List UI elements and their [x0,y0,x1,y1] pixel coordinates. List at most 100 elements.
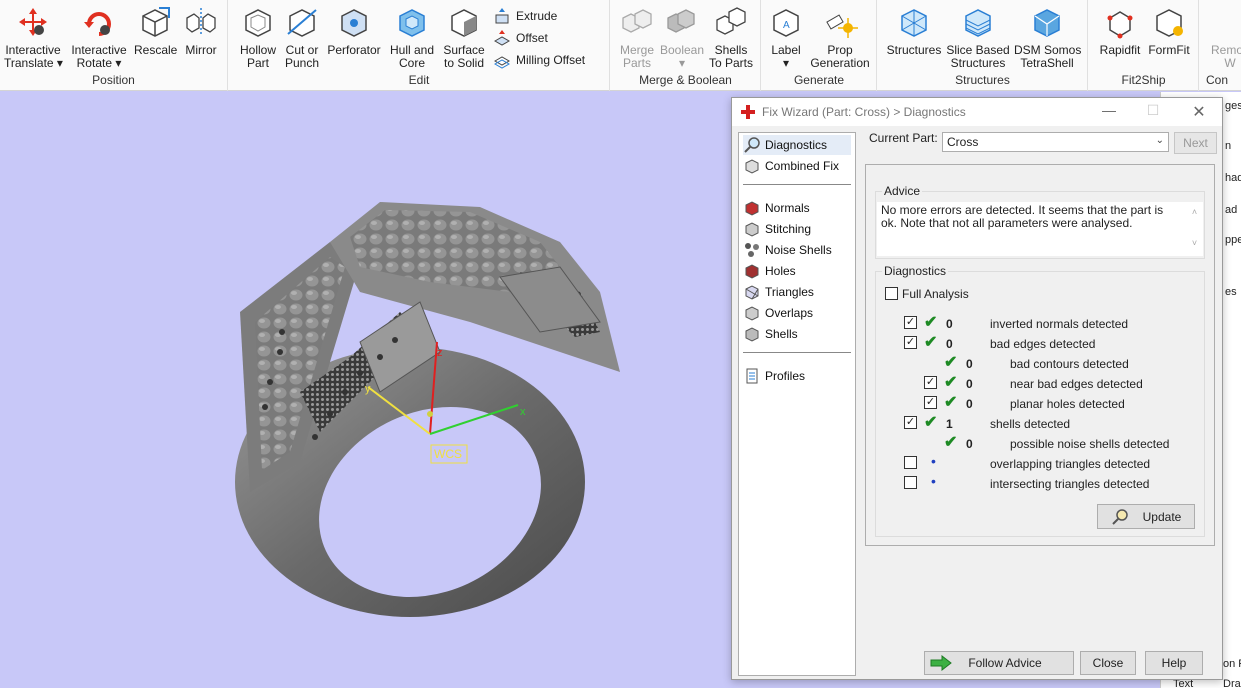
merge-parts-button[interactable]: Merge Parts [617,4,657,70]
cut-or-punch-button[interactable]: Cut or Punch [281,4,323,70]
rapidfit-label: Rapidfit [1099,43,1141,57]
scroll-up-icon[interactable]: ˄ [1186,206,1203,219]
nav-item-normals[interactable]: Normals [743,198,810,218]
group-structures: Structures Slice Based Structures DSM So… [878,0,1088,91]
diagnostic-count: 0 [946,337,953,351]
group-partial-label: Con [1206,73,1229,87]
extrude-button[interactable]: Extrude [493,6,557,26]
diagnostic-checkbox[interactable]: ✓ [924,376,937,389]
mirror-icon [186,8,216,36]
nav-label-diagnostics: Diagnostics [765,138,828,152]
diagnostic-label: bad edges detected [990,337,1096,351]
diagnostic-checkbox[interactable]: ✓ [904,416,917,429]
diagnostic-checkbox[interactable] [904,456,917,469]
combined-fix-icon [745,159,759,174]
full-analysis-checkbox[interactable] [885,287,898,300]
nav-item-combined-fix[interactable]: Combined Fix [743,156,839,176]
boolean-button[interactable]: Boolean ▾ [659,4,705,70]
nav-item-overlaps[interactable]: Overlaps [743,303,813,323]
diagnostics-group: Diagnostics Full Analysis ✓ ✔ 0 inverted no… [875,264,1205,537]
hull-and-core-button[interactable]: Hull and Core [387,4,437,70]
svg-text:A: A [783,20,790,31]
profiles-icon [746,368,758,384]
prop-generation-icon [826,14,858,38]
next-button[interactable]: Next [1174,132,1217,154]
diagnostic-label: possible noise shells detected [1010,437,1170,451]
follow-advice-label: Follow Advice [968,656,1042,670]
diagnostic-count: 1 [946,417,953,431]
formfit-icon [1156,9,1183,37]
rapidfit-icon [1107,11,1133,39]
hollow-part-label-2: Part [246,56,269,70]
diagnostic-count: 0 [966,437,973,451]
nav-label-triangles: Triangles [765,285,814,299]
close-button[interactable]: Close [1080,651,1136,675]
offset-button[interactable]: Offset [493,28,548,48]
structures-button[interactable]: Structures [886,4,942,57]
checkmark-icon: ✔ [944,394,958,411]
extrude-label: Extrude [516,9,558,23]
milling-offset-button[interactable]: Milling Offset [493,50,585,70]
current-part-dropdown[interactable]: Cross ⌄ [942,132,1169,152]
maximize-icon[interactable]: ☐ [1138,102,1168,122]
wizard-nav-list: Diagnostics Combined Fix Normals Stitchi… [738,132,856,676]
help-button[interactable]: Help [1145,651,1203,675]
group-merge-boolean-label: Merge & Boolean [639,73,732,87]
label-button[interactable]: A Label ▾ [766,4,806,70]
diagnostic-row: ✔ 0 bad contours detected [876,355,1196,373]
group-position: Interactive Translate ▾ Interactive Rota… [0,0,228,91]
group-structures-label: Structures [955,73,1010,87]
right-panel-text-6: ppe [1225,234,1241,246]
rescale-button[interactable]: Rescale [134,4,177,57]
close-icon[interactable]: ✕ [1184,102,1214,122]
surface-to-solid-button[interactable]: Surface to Solid [441,4,487,70]
interactive-translate-button[interactable]: Interactive Translate ▾ [4,4,63,70]
diagnostic-checkbox[interactable]: ✓ [924,396,937,409]
slice-structures-icon [965,9,991,37]
mirror-button[interactable]: Mirror [182,4,220,57]
checkmark-icon: ✔ [944,434,958,451]
group-merge-boolean: Merge Parts Boolean ▾ Shells To Parts Me… [611,0,761,91]
nav-item-noise-shells[interactable]: Noise Shells [743,240,832,260]
dsm-somos-tetrashell-button[interactable]: DSM Somos TetraShell [1014,4,1081,70]
advice-legend: Advice [882,184,923,198]
perforator-button[interactable]: Perforator [327,4,381,57]
hollow-part-button[interactable]: Hollow Part [237,4,279,70]
nav-item-triangles[interactable]: Triangles [743,282,814,302]
advice-scrollbar[interactable]: ˄ ˅ [1186,202,1203,254]
stitching-icon [745,222,759,237]
nav-label-stitching: Stitching [765,222,812,236]
nav-item-stitching[interactable]: Stitching [743,219,811,239]
interactive-translate-label-2: Translate ▾ [4,56,63,70]
scroll-down-icon[interactable]: ˅ [1186,237,1203,250]
nav-item-holes[interactable]: Holes [743,261,796,281]
rapidfit-button[interactable]: Rapidfit [1097,4,1143,57]
nav-item-diagnostics[interactable]: Diagnostics [743,135,851,155]
slice-based-structures-button[interactable]: Slice Based Structures [946,4,1010,70]
right-panel-text-5: ad E [1225,204,1241,216]
remove-button[interactable]: Remov W [1210,4,1241,70]
formfit-button[interactable]: FormFit [1147,4,1191,57]
advice-group: Advice No more errors are detected. It s… [875,184,1205,259]
nav-item-profiles[interactable]: Profiles [743,366,805,386]
nav-separator-1 [743,184,851,185]
milling-offset-label: Milling Offset [516,53,586,67]
update-button[interactable]: Update [1097,504,1195,529]
remove-icon [1212,4,1241,40]
prop-generation-button[interactable]: Prop Generation [810,4,870,70]
advice-textbox: No more errors are detected. It seems th… [877,202,1203,256]
interactive-rotate-button[interactable]: Interactive Rotate ▾ [70,4,128,70]
follow-advice-button[interactable]: Follow Advice [924,651,1074,675]
right-panel-text-10: Dra [1223,678,1241,688]
diagnostic-checkbox[interactable]: ✓ [904,336,917,349]
dsm-somos-tetrashell-label-2: TetraShell [1020,56,1074,70]
shells-to-parts-button[interactable]: Shells To Parts [709,4,753,70]
dialog-titlebar[interactable]: Fix Wizard (Part: Cross) > Diagnostics —… [732,98,1222,126]
nav-label-combined-fix: Combined Fix [765,159,840,173]
right-panel-text-7: es [1225,286,1237,298]
diagnostic-checkbox[interactable]: ✓ [904,316,917,329]
diagnostic-checkbox[interactable] [904,476,917,489]
close-label: Close [1092,656,1124,670]
nav-item-shells[interactable]: Shells [743,324,798,344]
minimize-icon[interactable]: — [1094,102,1124,122]
